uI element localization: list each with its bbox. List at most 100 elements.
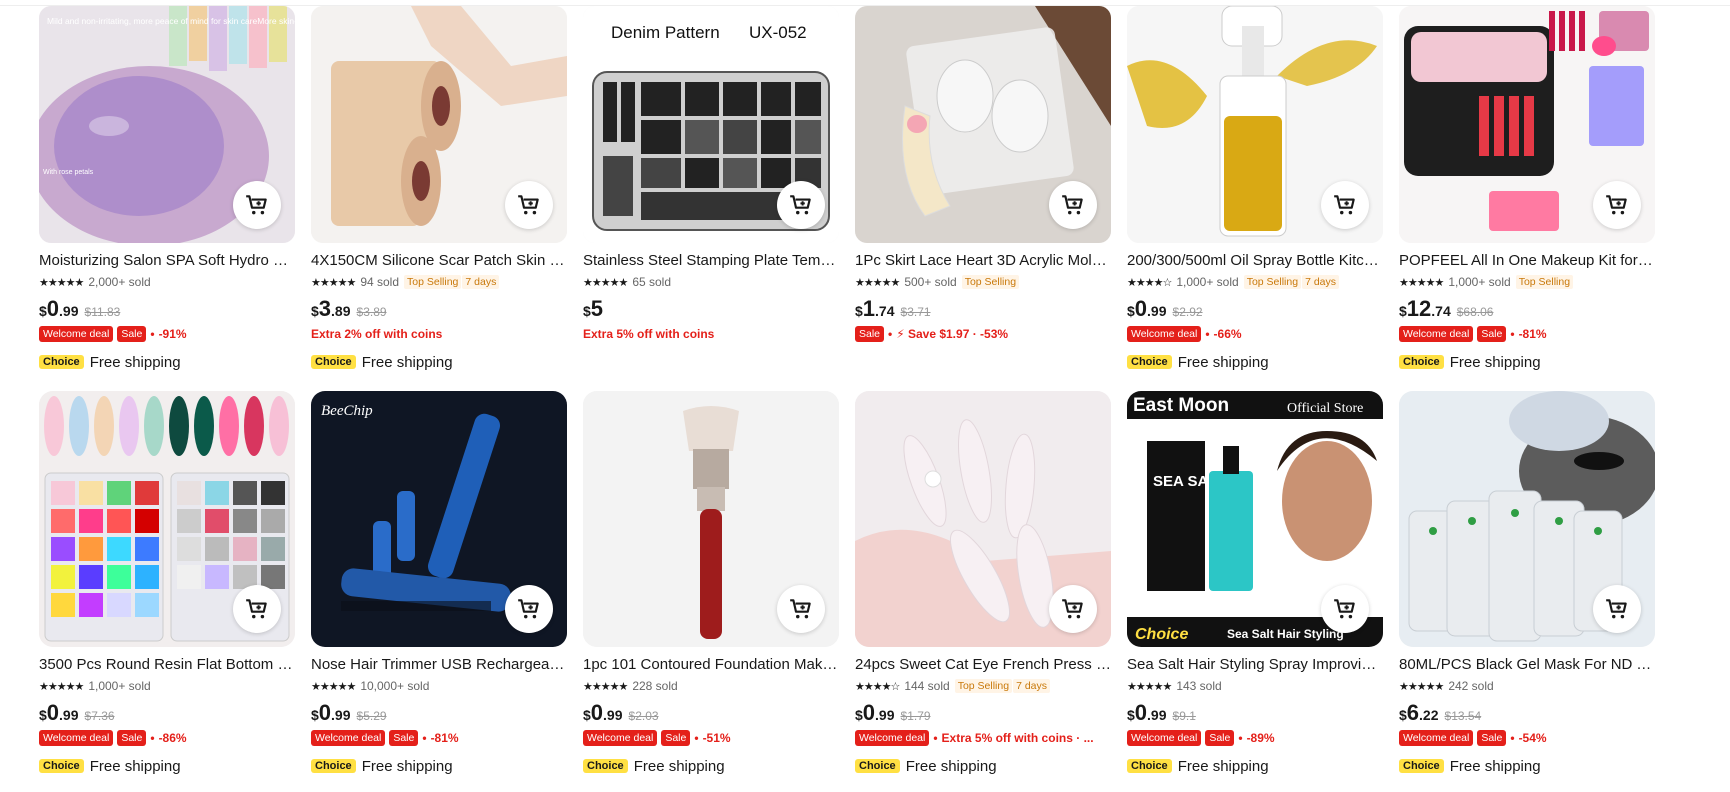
- add-to-cart-button[interactable]: [777, 585, 825, 633]
- welcome-deal-badge: Welcome deal: [39, 326, 114, 342]
- add-to-cart-button[interactable]: [1049, 585, 1097, 633]
- product-title[interactable]: 1Pc Skirt Lace Heart 3D Acrylic Mold Nai…: [855, 251, 1111, 271]
- product-card[interactable]: BeeChip Nose Hair Trimmer USB Rechargeab…: [311, 391, 567, 775]
- product-image[interactable]: [1127, 6, 1383, 243]
- product-image[interactable]: [311, 6, 567, 243]
- price-integer: 0: [590, 700, 604, 725]
- star-rating: ★★★★★: [855, 276, 900, 289]
- price: $12.74 $68.06: [1399, 296, 1655, 324]
- product-image[interactable]: [1399, 6, 1655, 243]
- sold-count: 94 sold: [360, 275, 400, 289]
- product-title[interactable]: 1pc 101 Contoured Foundation Makeup Brus…: [583, 655, 839, 675]
- price-integer: 0: [1134, 700, 1148, 725]
- add-to-cart-button[interactable]: [1593, 181, 1641, 229]
- product-card[interactable]: 3500 Pcs Round Resin Flat Bottom Colorfu…: [39, 391, 295, 775]
- product-card[interactable]: 1Pc Skirt Lace Heart 3D Acrylic Mold Nai…: [855, 6, 1111, 376]
- product-image[interactable]: Denim Pattern UX-052: [583, 6, 839, 243]
- price-decimal: .74: [1431, 303, 1451, 319]
- cart-plus-icon: [518, 195, 539, 215]
- price-decimal: .22: [1419, 707, 1439, 723]
- add-to-cart-button[interactable]: [1321, 585, 1369, 633]
- days-tag: 7 days: [462, 275, 500, 289]
- sale-badge: Sale: [389, 730, 419, 746]
- original-price: $1.79: [900, 709, 931, 723]
- add-to-cart-button[interactable]: [777, 181, 825, 229]
- product-image[interactable]: Mild and non-irritating, more peace of m…: [39, 6, 295, 243]
- cart-plus-icon: [790, 195, 811, 215]
- product-image[interactable]: [855, 6, 1111, 243]
- days-tag: 7 days: [1013, 679, 1050, 693]
- product-title[interactable]: Sea Salt Hair Styling Spray Improving Te…: [1127, 655, 1383, 675]
- price-integer: 0: [862, 700, 876, 725]
- image-tagline: Sea Salt Hair Styling: [1227, 627, 1344, 641]
- product-title[interactable]: 24pcs Sweet Cat Eye French Press on Nail…: [855, 655, 1111, 675]
- price-decimal: .89: [331, 303, 351, 319]
- sold-count: 1,000+ sold: [1448, 275, 1511, 289]
- product-image[interactable]: BeeChip: [311, 391, 567, 647]
- product-title[interactable]: POPFEEL All In One Makeup Kit for Women: [1399, 251, 1655, 271]
- add-to-cart-button[interactable]: [233, 585, 281, 633]
- add-to-cart-button[interactable]: [1049, 181, 1097, 229]
- promo-line: Welcome deal Sale • -81%: [311, 728, 567, 748]
- shipping-text: Free shipping: [1449, 353, 1541, 371]
- shipping-text: Free shipping: [89, 757, 181, 775]
- shipping-text: Free shipping: [361, 757, 453, 775]
- price-decimal: .99: [59, 707, 79, 723]
- price: $0.99 $2.92: [1127, 296, 1383, 324]
- product-image[interactable]: [1399, 391, 1655, 647]
- price-integer: 0: [46, 700, 60, 725]
- cart-plus-icon: [1606, 195, 1627, 215]
- cart-plus-icon: [246, 599, 267, 619]
- product-card[interactable]: 80ML/PCS Black Gel Mask For ND YAG Laser…: [1399, 391, 1655, 775]
- shipping-text: Free shipping: [361, 353, 453, 371]
- product-card[interactable]: Mild and non-irritating, more peace of m…: [39, 6, 295, 376]
- star-rating: ★★★★★: [311, 276, 356, 289]
- price-currency: $: [583, 707, 591, 723]
- sold-count: 242 sold: [1448, 679, 1494, 693]
- image-title: Denim Pattern: [611, 23, 720, 42]
- top-selling-tag: Top Selling: [404, 275, 462, 289]
- product-card[interactable]: 24pcs Sweet Cat Eye French Press on Nail…: [855, 391, 1111, 775]
- add-to-cart-button[interactable]: [1321, 181, 1369, 229]
- original-price: $7.36: [84, 709, 115, 723]
- shipping-line: Choice Free shipping: [311, 352, 567, 372]
- product-title[interactable]: Nose Hair Trimmer USB Rechargeable Elect…: [311, 655, 567, 675]
- product-title[interactable]: 80ML/PCS Black Gel Mask For ND YAG Laser: [1399, 655, 1655, 675]
- product-card[interactable]: 4X150CM Silicone Scar Patch Skin Repair …: [311, 6, 567, 376]
- shipping-text: Free shipping: [1177, 757, 1269, 775]
- price-currency: $: [855, 707, 863, 723]
- cart-plus-icon: [518, 599, 539, 619]
- choice-badge: Choice: [1399, 759, 1444, 773]
- product-image[interactable]: [39, 391, 295, 647]
- add-to-cart-button[interactable]: [505, 181, 553, 229]
- product-image[interactable]: [855, 391, 1111, 647]
- original-price: $13.54: [1444, 709, 1482, 723]
- product-title[interactable]: Stainless Steel Stamping Plate Template …: [583, 251, 839, 271]
- product-image[interactable]: East Moon Official Store SEA SALT Choice…: [1127, 391, 1383, 647]
- price-integer: 6: [1406, 700, 1420, 725]
- product-title[interactable]: 4X150CM Silicone Scar Patch Skin Repair …: [311, 251, 567, 271]
- product-card[interactable]: 200/300/500ml Oil Spray Bottle Kitchen ★…: [1127, 6, 1383, 376]
- add-to-cart-button[interactable]: [505, 585, 553, 633]
- product-image[interactable]: [583, 391, 839, 647]
- price: $5: [583, 296, 839, 324]
- product-title[interactable]: 200/300/500ml Oil Spray Bottle Kitchen: [1127, 251, 1383, 271]
- add-to-cart-button[interactable]: [233, 181, 281, 229]
- shipping-line: Choice Free shipping: [39, 352, 295, 372]
- product-card[interactable]: 1pc 101 Contoured Foundation Makeup Brus…: [583, 391, 839, 775]
- price: $0.99 $11.83: [39, 296, 295, 324]
- sold-count: 1,000+ sold: [1176, 275, 1239, 289]
- price-decimal: .99: [1147, 303, 1167, 319]
- product-card[interactable]: Denim Pattern UX-052 Stainless Steel Sta…: [583, 6, 839, 376]
- add-to-cart-button[interactable]: [1593, 585, 1641, 633]
- product-card[interactable]: East Moon Official Store SEA SALT Choice…: [1127, 391, 1383, 775]
- product-card[interactable]: POPFEEL All In One Makeup Kit for Women …: [1399, 6, 1655, 376]
- sold-count: 228 sold: [632, 679, 678, 693]
- sale-badge: Sale: [117, 730, 147, 746]
- product-title[interactable]: Moisturizing Salon SPA Soft Hydro Jelly …: [39, 251, 295, 271]
- shipping-line: Choice Free shipping: [1399, 756, 1655, 776]
- price-integer: 12: [1406, 296, 1432, 321]
- cart-plus-icon: [1334, 599, 1355, 619]
- product-title[interactable]: 3500 Pcs Round Resin Flat Bottom Colorfu…: [39, 655, 295, 675]
- shipping-text: Free shipping: [1449, 757, 1541, 775]
